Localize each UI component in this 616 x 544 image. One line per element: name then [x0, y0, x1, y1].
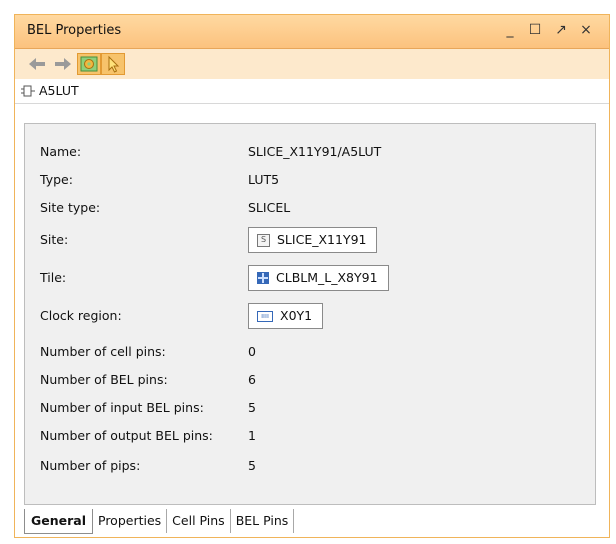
- name-value: SLICE_X11Y91/A5LUT: [248, 144, 382, 159]
- bel-header: A5LUT: [15, 79, 609, 104]
- site-link[interactable]: S SLICE_X11Y91: [248, 227, 378, 253]
- arrow-right-icon: [55, 58, 71, 70]
- input-bel-pins-value: 5: [248, 400, 256, 415]
- bel-properties-window: BEL Properties _ ☐ ↗ × A5LUT Name: SLICE…: [14, 14, 610, 538]
- tile-link[interactable]: CLBLM_L_X8Y91: [248, 265, 389, 291]
- gear-icon: [80, 56, 98, 72]
- toolbar: [15, 49, 609, 79]
- site-value: SLICE_X11Y91: [277, 232, 367, 247]
- site-label: Site:: [40, 232, 69, 247]
- close-button[interactable]: ×: [576, 20, 596, 40]
- cell-pins-label: Number of cell pins:: [40, 344, 166, 359]
- clock-region-label: Clock region:: [40, 308, 122, 323]
- site-icon: S: [257, 233, 270, 247]
- general-panel: Name: SLICE_X11Y91/A5LUT Type: LUT5 Site…: [24, 123, 596, 505]
- back-button[interactable]: [25, 53, 49, 75]
- tile-label: Tile:: [40, 270, 67, 285]
- minimize-button[interactable]: _: [500, 20, 520, 40]
- cell-pins-value: 0: [248, 344, 256, 359]
- clock-region-value: X0Y1: [280, 308, 313, 323]
- bel-pins-value: 6: [248, 372, 256, 387]
- forward-button[interactable]: [51, 53, 75, 75]
- tab-bel-pins[interactable]: BEL Pins: [231, 509, 295, 533]
- arrow-left-icon: [29, 58, 45, 70]
- clock-region-icon: ıııı: [257, 310, 273, 322]
- input-bel-pins-label: Number of input BEL pins:: [40, 400, 204, 415]
- float-button[interactable]: ↗: [551, 20, 571, 40]
- type-value: LUT5: [248, 172, 280, 187]
- type-label: Type:: [40, 172, 73, 187]
- window-title: BEL Properties: [27, 23, 122, 38]
- site-type-label: Site type:: [40, 200, 101, 215]
- select-button[interactable]: [101, 53, 125, 75]
- bel-pins-label: Number of BEL pins:: [40, 372, 168, 387]
- tab-cell-pins[interactable]: Cell Pins: [167, 509, 231, 533]
- name-label: Name:: [40, 144, 82, 159]
- title-bar[interactable]: BEL Properties _ ☐ ↗ ×: [15, 15, 609, 49]
- tab-bar: General Properties Cell Pins BEL Pins: [24, 509, 295, 534]
- tile-value: CLBLM_L_X8Y91: [276, 270, 378, 285]
- output-bel-pins-label: Number of output BEL pins:: [40, 428, 213, 443]
- maximize-button[interactable]: ☐: [525, 20, 545, 40]
- pips-label: Number of pips:: [40, 458, 141, 473]
- tile-icon: [257, 272, 269, 284]
- tab-general[interactable]: General: [24, 509, 93, 534]
- pips-value: 5: [248, 458, 256, 473]
- settings-button[interactable]: [77, 53, 101, 75]
- cursor-icon: [108, 55, 120, 73]
- lut-icon: [21, 85, 35, 97]
- bel-name: A5LUT: [39, 83, 79, 98]
- tab-properties[interactable]: Properties: [93, 509, 168, 533]
- site-type-value: SLICEL: [248, 200, 291, 215]
- clock-region-link[interactable]: ıııı X0Y1: [248, 303, 324, 329]
- output-bel-pins-value: 1: [248, 428, 256, 443]
